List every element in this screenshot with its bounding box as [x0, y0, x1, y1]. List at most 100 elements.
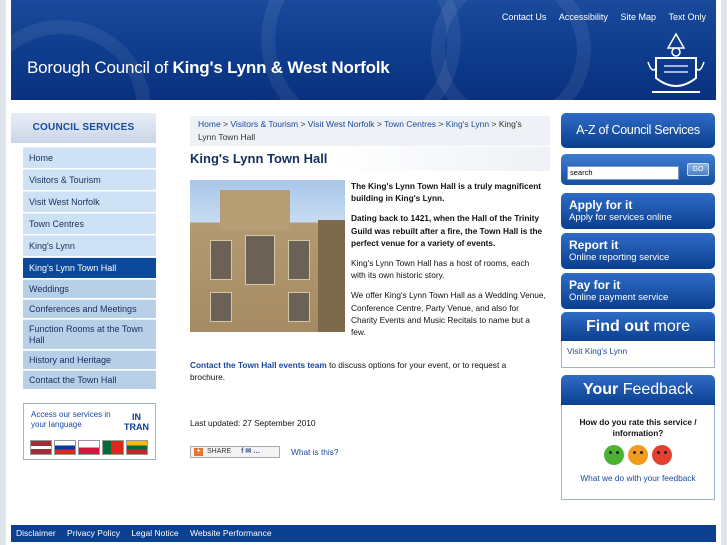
photo-tower: [220, 190, 290, 230]
find-out-suffix: more: [649, 318, 690, 335]
photo-window: [210, 292, 232, 322]
footer-website-performance-link[interactable]: Website Performance: [190, 528, 272, 538]
nav-item-weddings[interactable]: Weddings: [23, 279, 156, 298]
intro-bold-1: The King's Lynn Town Hall is a truly mag…: [351, 181, 542, 204]
nav-list: Home Visitors & Tourism Visit West Norfo…: [23, 147, 156, 389]
intran-logo: IN TRAN: [124, 412, 149, 432]
nav-item-conferences-meetings[interactable]: Conferences and Meetings: [23, 299, 156, 318]
left-navigation: COUNCIL SERVICES Home Visitors & Tourism…: [11, 113, 156, 460]
nav-item-function-rooms[interactable]: Function Rooms at the Town Hall: [23, 319, 156, 349]
text-only-link[interactable]: Text Only: [668, 12, 706, 22]
breadcrumb-home[interactable]: Home: [198, 119, 221, 129]
footer-disclaimer-link[interactable]: Disclaimer: [16, 528, 56, 538]
intran-text: Access our services in your language: [31, 410, 111, 429]
sad-face-icon[interactable]: [652, 445, 672, 465]
report-it-button[interactable]: Report it Online reporting service: [561, 233, 715, 269]
intro-text: The King's Lynn Town Hall is a truly mag…: [351, 180, 546, 346]
council-crest-icon: [647, 32, 705, 93]
apply-title: Apply for it: [569, 198, 633, 212]
intran-logo-top: IN: [132, 412, 141, 422]
intro-para-2: We offer King's Lynn Town Hall as a Wedd…: [351, 290, 546, 338]
intro-para-1: King's Lynn Town Hall has a host of room…: [351, 258, 530, 281]
site-header: Contact Us Accessibility Site Map Text O…: [11, 0, 716, 100]
site-map-link[interactable]: Site Map: [620, 12, 656, 22]
share-button[interactable]: + SHARE f ✉ …: [190, 446, 280, 458]
breadcrumb-separator: >: [220, 119, 231, 129]
apply-for-it-button[interactable]: Apply for it Apply for services online: [561, 193, 715, 229]
footer-legal-notice-link[interactable]: Legal Notice: [131, 528, 178, 538]
breadcrumb-visitors-tourism[interactable]: Visitors & Tourism: [230, 119, 298, 129]
photo-window: [288, 292, 310, 322]
breadcrumb-separator: >: [489, 119, 499, 129]
what-is-this-link[interactable]: What is this?: [291, 447, 339, 457]
find-out-prefix: Find out: [586, 318, 650, 335]
feedback-info-link[interactable]: What we do with your feedback: [562, 473, 714, 483]
language-flags: [30, 440, 148, 455]
report-subtitle: Online reporting service: [569, 252, 670, 263]
rating-faces: [562, 445, 714, 465]
search-go-button[interactable]: GO: [687, 163, 709, 176]
russia-flag-icon[interactable]: [54, 440, 76, 455]
intran-logo-bottom: TRAN: [124, 422, 149, 432]
intran-language-banner[interactable]: Access our services in your language IN …: [23, 403, 156, 460]
nav-item-visit-west-norfolk[interactable]: Visit West Norfolk: [23, 191, 156, 212]
share-services-icon: f ✉ …: [241, 448, 261, 455]
a-z-services-button[interactable]: A-Z of Council Services: [561, 113, 715, 148]
breadcrumb-town-centres[interactable]: Town Centres: [384, 119, 436, 129]
share-plus-icon: +: [194, 448, 203, 456]
photo-side-building: [318, 220, 345, 332]
accessibility-link[interactable]: Accessibility: [559, 12, 608, 22]
intro-bold-2: Dating back to 1421, when the Hall of th…: [351, 213, 543, 248]
report-title: Report it: [569, 238, 619, 252]
poland-flag-icon[interactable]: [78, 440, 100, 455]
nav-item-home[interactable]: Home: [23, 147, 156, 168]
feedback-panel: How do you rate this service / informati…: [561, 405, 715, 500]
find-out-more-heading: Find out more: [561, 312, 715, 341]
contact-us-link[interactable]: Contact Us: [502, 12, 547, 22]
last-updated: Last updated: 27 September 2010: [190, 418, 316, 428]
breadcrumb-separator: >: [436, 119, 446, 129]
council-services-heading: COUNCIL SERVICES: [11, 113, 156, 143]
site-title-bold: King's Lynn & West Norfolk: [172, 58, 390, 77]
photo-window: [288, 240, 310, 280]
photo-window: [210, 240, 232, 280]
breadcrumb-kings-lynn[interactable]: King's Lynn: [446, 119, 489, 129]
nav-item-kings-lynn-town-hall[interactable]: King's Lynn Town Hall: [23, 257, 156, 278]
find-out-more-panel: Visit King's Lynn: [561, 341, 715, 368]
photo-window: [245, 235, 275, 285]
footer: Disclaimer Privacy Policy Legal Notice W…: [11, 525, 716, 542]
feedback-prefix: Your: [583, 381, 619, 398]
happy-face-icon[interactable]: [604, 445, 624, 465]
apply-subtitle: Apply for services online: [569, 212, 672, 223]
breadcrumb-separator: >: [374, 119, 385, 129]
town-hall-photo: [190, 180, 345, 332]
nav-item-town-centres[interactable]: Town Centres: [23, 213, 156, 234]
breadcrumb-visit-west-norfolk[interactable]: Visit West Norfolk: [308, 119, 375, 129]
page-title: King's Lynn Town Hall: [190, 147, 550, 171]
pay-subtitle: Online payment service: [569, 292, 669, 303]
feedback-heading: Your Feedback: [561, 375, 715, 405]
portugal-flag-icon[interactable]: [102, 440, 124, 455]
pay-title: Pay for it: [569, 278, 621, 292]
nav-item-history-heritage[interactable]: History and Heritage: [23, 350, 156, 369]
latvia-flag-icon[interactable]: [30, 440, 52, 455]
site-title-prefix: Borough Council of: [27, 58, 173, 77]
visit-kings-lynn-link[interactable]: Visit King's Lynn: [567, 346, 627, 356]
contact-line: Contact the Town Hall events team to dis…: [190, 359, 540, 383]
pay-for-it-button[interactable]: Pay for it Online payment service: [561, 273, 715, 309]
nav-item-kings-lynn[interactable]: King's Lynn: [23, 235, 156, 256]
top-links: Contact Us Accessibility Site Map Text O…: [492, 12, 706, 22]
nav-item-contact-town-hall[interactable]: Contact the Town Hall: [23, 370, 156, 389]
search-box: GO: [561, 154, 715, 185]
lithuania-flag-icon[interactable]: [126, 440, 148, 455]
feedback-suffix: Feedback: [618, 381, 693, 398]
site-title[interactable]: Borough Council of King's Lynn & West No…: [27, 58, 390, 78]
contact-events-team-link[interactable]: Contact the Town Hall events team: [190, 360, 327, 370]
search-input[interactable]: [567, 165, 679, 180]
footer-privacy-policy-link[interactable]: Privacy Policy: [67, 528, 120, 538]
feedback-question: How do you rate this service / informati…: [579, 417, 697, 438]
neutral-face-icon[interactable]: [628, 445, 648, 465]
breadcrumb-separator: >: [298, 119, 308, 129]
nav-item-visitors-tourism[interactable]: Visitors & Tourism: [23, 169, 156, 190]
share-label: SHARE: [207, 448, 232, 455]
